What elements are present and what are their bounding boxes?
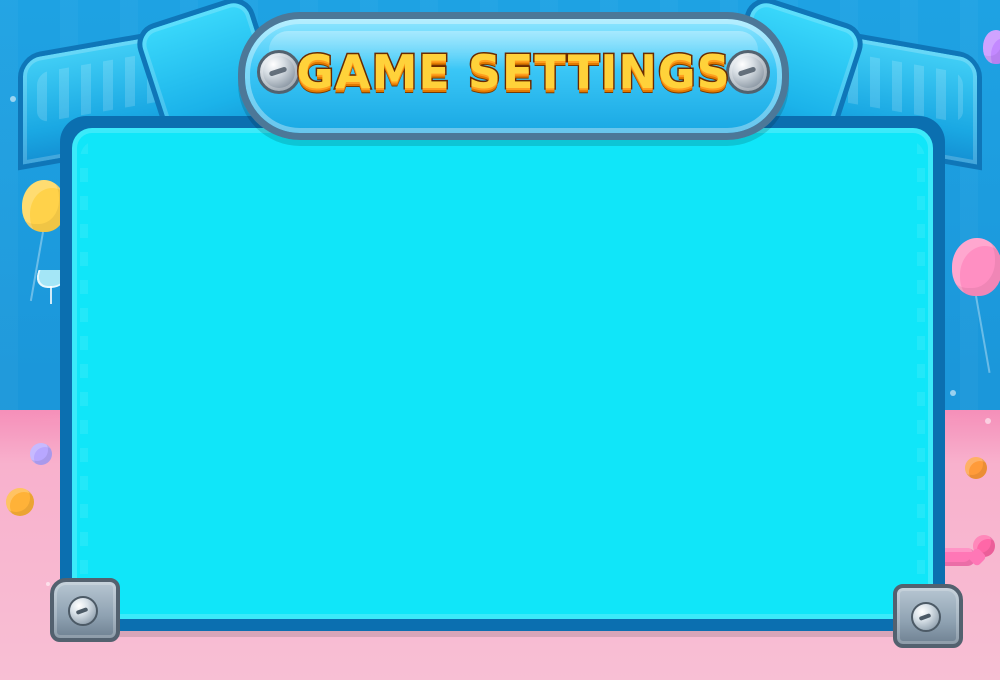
bolt-icon: [911, 602, 941, 632]
page-title: GAME SETTINGS: [295, 44, 731, 101]
corner-bracket-right: [893, 584, 963, 648]
bolt-icon: [68, 596, 98, 626]
settings-frame: [60, 116, 945, 631]
sparkle-dot: [46, 582, 50, 586]
settings-frame-inner: [72, 128, 933, 619]
settings-panel: [94, 150, 911, 597]
corner-bracket-left: [50, 578, 120, 642]
sparkle-dot: [985, 418, 991, 424]
sparkle-dot: [10, 96, 16, 102]
candy-icon: [30, 443, 52, 465]
game-settings-screen: GAME SETTINGS: [0, 0, 1000, 680]
title-plaque: GAME SETTINGS: [238, 12, 789, 140]
cocktail-glass-stem: [50, 286, 52, 304]
balloon-icon: [983, 30, 1000, 64]
balloon-icon: [952, 238, 1000, 296]
candy-icon: [6, 488, 34, 516]
sparkle-dot: [950, 390, 956, 396]
candy-icon: [965, 457, 987, 479]
